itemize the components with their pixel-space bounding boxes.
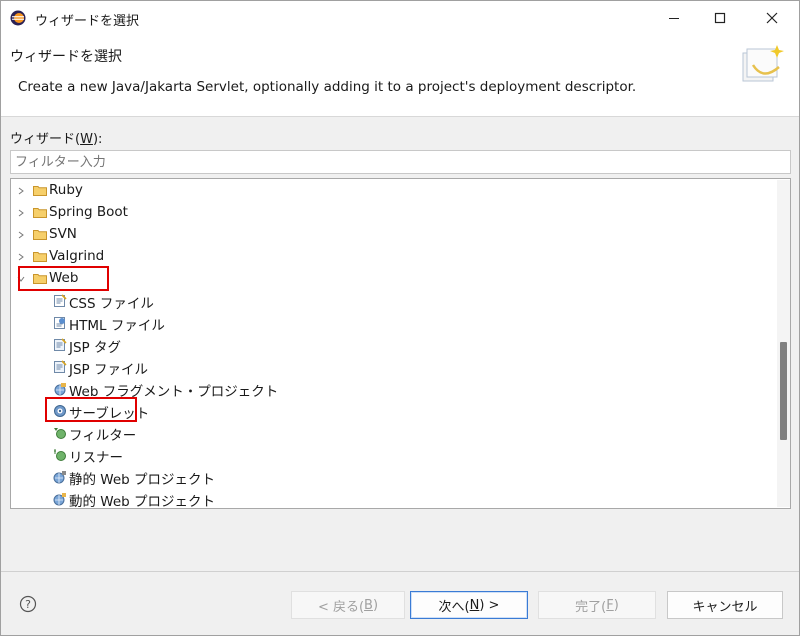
html-file-icon [54, 317, 65, 329]
chevron-right-icon[interactable] [15, 251, 27, 263]
tree-item-web[interactable]: Web [11, 268, 771, 290]
svg-text:?: ? [25, 598, 31, 611]
tree-item-label: HTML ファイル [69, 318, 165, 334]
folder-icon [33, 208, 47, 218]
tree-item-label: CSS ファイル [69, 296, 154, 312]
chevron-right-icon[interactable] [15, 229, 27, 241]
tree-item-jsp-tag[interactable]: JSP タグ [11, 334, 771, 356]
close-button[interactable] [749, 1, 795, 35]
back-button[interactable]: < 戻る(B) [291, 591, 405, 619]
tree-item-filter[interactable]: フィルター [11, 422, 771, 444]
tree-item-label: リスナー [69, 450, 123, 466]
wizard-header: ウィザードを選択 Create a new Java/Jakarta Servl… [1, 35, 799, 117]
tree-item-dynamic-web-project[interactable]: 動的 Web プロジェクト [11, 488, 771, 509]
tree-item-label: 静的 Web プロジェクト [69, 472, 216, 488]
scroll-thumb[interactable] [780, 342, 787, 440]
tree-item-label: Valgrind [49, 248, 105, 264]
tree-item-spring-boot[interactable]: Spring Boot [11, 202, 771, 224]
minimize-icon [669, 18, 679, 19]
web-highlight-box [18, 266, 109, 291]
minimize-button[interactable] [651, 1, 697, 35]
tree-scrollbar[interactable] [777, 180, 790, 507]
folder-icon [33, 186, 47, 196]
folder-icon [33, 252, 47, 262]
tree-item-css-file[interactable]: CSS ファイル [11, 290, 771, 312]
tree-item-label: Ruby [49, 182, 83, 198]
jsp-tag-icon [54, 338, 67, 351]
folder-icon [33, 230, 47, 240]
tree-item-valgrind[interactable]: Valgrind [11, 246, 771, 268]
eclipse-icon [10, 10, 26, 26]
tree-item-label: 動的 Web プロジェクト [69, 494, 216, 509]
tree-item-label: JSP ファイル [69, 362, 148, 378]
dynamic-web-project-icon [53, 493, 66, 506]
web-fragment-project-icon [54, 383, 66, 396]
page-description: Create a new Java/Jakarta Servlet, optio… [18, 79, 637, 95]
page-title: ウィザードを選択 [10, 49, 122, 65]
tree-item-listener[interactable]: リスナー [11, 444, 771, 466]
jsp-file-icon [54, 360, 67, 373]
chevron-right-icon[interactable] [15, 207, 27, 219]
finish-button[interactable]: 完了(F) [538, 591, 656, 619]
tree-item-ruby[interactable]: Ruby [11, 180, 771, 202]
chevron-right-icon[interactable] [15, 185, 27, 197]
static-web-project-icon [53, 471, 66, 484]
footer-divider [1, 571, 799, 572]
wizard-tree[interactable]: Ruby Spring Boot SVN Valgrind Web CSS ファ… [10, 178, 791, 509]
window-title: ウィザードを選択 [35, 14, 140, 29]
wizards-label: ウィザード(W): [10, 132, 103, 147]
cancel-button[interactable]: キャンセル [667, 591, 783, 619]
next-button[interactable]: 次へ(N) > [410, 591, 528, 619]
tree-item-label: フィルター [69, 428, 137, 444]
filter-icon [54, 428, 66, 439]
servlet-highlight-box [45, 397, 137, 422]
wizard-dialog: ウィザードを選択 ウィザードを選択 Create a new Java/Jaka… [0, 0, 800, 636]
maximize-button[interactable] [697, 1, 743, 35]
tree-item-label: Spring Boot [49, 204, 128, 220]
tree-item-label: JSP タグ [69, 340, 121, 356]
tree-item-label: SVN [49, 226, 77, 242]
close-icon [766, 12, 778, 24]
filter-input[interactable] [10, 150, 791, 174]
tree-item-jsp-file[interactable]: JSP ファイル [11, 356, 771, 378]
new-wizard-banner-icon [742, 45, 784, 82]
listener-icon [54, 449, 66, 461]
tree-item-static-web-project[interactable]: 静的 Web プロジェクト [11, 466, 771, 488]
tree-item-svn[interactable]: SVN [11, 224, 771, 246]
tree-item-html-file[interactable]: HTML ファイル [11, 312, 771, 334]
help-icon[interactable]: ? [19, 595, 37, 613]
title-bar: ウィザードを選択 [1, 1, 799, 35]
maximize-icon [714, 12, 726, 24]
css-file-icon [54, 294, 67, 307]
